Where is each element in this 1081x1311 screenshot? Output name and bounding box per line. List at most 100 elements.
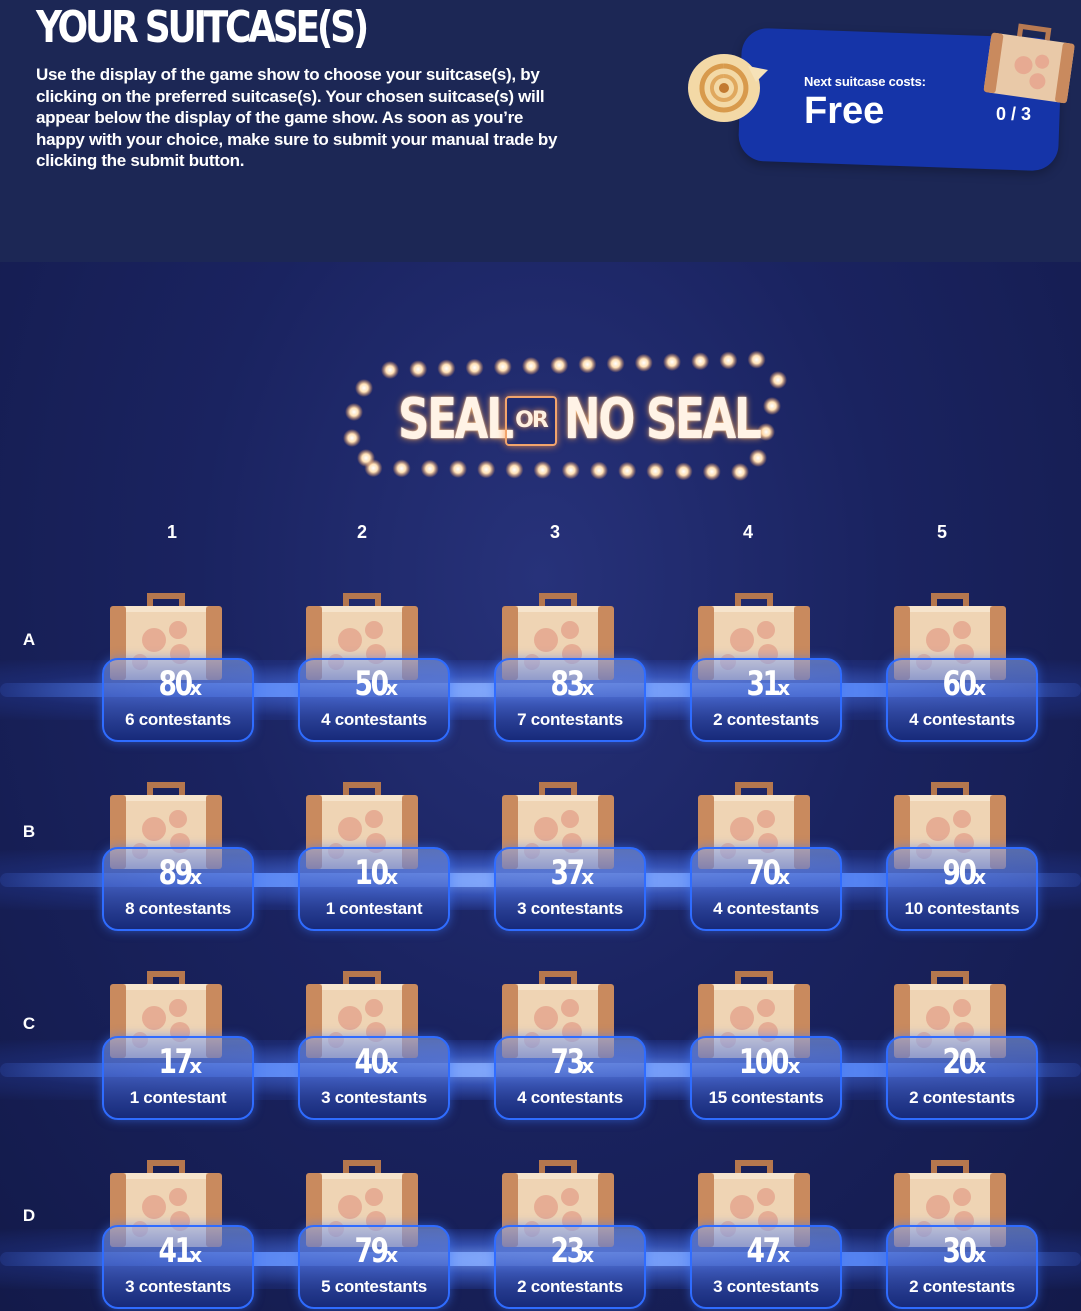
contestants-count: 2 contestants [713, 710, 819, 729]
logo-bulb [663, 353, 681, 371]
contestants-count: 3 contestants [125, 1277, 231, 1296]
logo-bulb [493, 357, 512, 376]
logo-bulb [719, 351, 738, 370]
multiplier-value: 30x [942, 1231, 987, 1271]
contestants-count: 4 contestants [517, 1088, 623, 1107]
contestants-count: 10 contestants [904, 899, 1020, 918]
multiplier-value: 40x [354, 1042, 399, 1082]
multiplier-value: 70x [746, 853, 791, 893]
column-label-1: 1 [166, 522, 177, 542]
row-label-b: B [22, 822, 36, 841]
suitcase-d1[interactable]: 41x 3 contestants [102, 1159, 254, 1309]
contestants-count: 4 contestants [909, 710, 1015, 729]
logo-bulb [343, 429, 361, 447]
logo-bulb [606, 354, 625, 373]
suitcase-plate: 89x 8 contestants [102, 847, 254, 931]
suitcase-d2[interactable]: 79x 5 contestants [298, 1159, 450, 1309]
multiplier-value: 50x [354, 664, 399, 704]
contestants-count: 5 contestants [321, 1277, 427, 1296]
multiplier-value: 10x [354, 853, 399, 893]
logo-bulb [437, 359, 456, 378]
suitcase-d4[interactable]: 47x 3 contestants [690, 1159, 842, 1309]
suitcase-plate: 31x 2 contestants [690, 658, 842, 742]
column-label-3: 3 [549, 522, 560, 542]
suitcase-d3[interactable]: 23x 2 contestants [494, 1159, 646, 1309]
suitcase-b5[interactable]: 90x 10 contestants [886, 781, 1038, 931]
contestants-count: 4 contestants [321, 710, 427, 729]
logo-bulb [449, 460, 467, 478]
contestants-count: 8 contestants [125, 899, 231, 918]
logo-bulb [691, 352, 710, 371]
contestants-count: 2 contestants [517, 1277, 623, 1296]
suitcase-plate: 83x 7 contestants [494, 658, 646, 742]
suitcase-plate: 80x 6 contestants [102, 658, 254, 742]
suitcase-c2[interactable]: 40x 3 contestants [298, 970, 450, 1120]
contestants-count: 6 contestants [125, 710, 231, 729]
logo-bulb [646, 462, 665, 481]
logo-bulb [731, 463, 749, 481]
suitcase-plate: 37x 3 contestants [494, 847, 646, 931]
logo-bulb [550, 356, 569, 375]
logo-bulb [702, 462, 721, 481]
multiplier-value: 73x [550, 1042, 595, 1082]
suitcase-a2[interactable]: 50x 4 contestants [298, 592, 450, 742]
suitcase-plate: 90x 10 contestants [886, 847, 1038, 931]
logo-bulb [392, 459, 411, 478]
instructions-text: Use the display of the game show to choo… [36, 65, 558, 170]
seashell-icon [688, 54, 768, 122]
multiplier-value: 79x [354, 1231, 399, 1271]
suitcase-plate: 30x 2 contestants [886, 1225, 1038, 1309]
suitcase-plate: 50x 4 contestants [298, 658, 450, 742]
logo-bulb [763, 397, 781, 415]
suitcase-a4[interactable]: 31x 2 contestants [690, 592, 842, 742]
suitcase-b2[interactable]: 10x 1 contestant [298, 781, 450, 931]
logo-bulb [533, 460, 552, 479]
logo-bulb [769, 371, 787, 389]
logo-bulb [522, 357, 540, 375]
suitcase-a5[interactable]: 60x 4 contestants [886, 592, 1038, 742]
suitcase-c3[interactable]: 73x 4 contestants [494, 970, 646, 1120]
multiplier-value: 80x [158, 664, 203, 704]
suitcase-plate: 47x 3 contestants [690, 1225, 842, 1309]
logo-bulb [590, 461, 608, 480]
logo-bulb [618, 461, 637, 480]
logo-bulb [357, 449, 375, 467]
suitcase-c4[interactable]: 100x 15 contestants [690, 970, 842, 1120]
suitcase-a1[interactable]: 80x 6 contestants [102, 592, 254, 742]
selected-count: 0 / 3 [996, 104, 1032, 124]
logo-no-seal-text: NO SEAL [564, 387, 762, 452]
multiplier-value: 20x [942, 1042, 987, 1082]
suitcase-plate: 100x 15 contestants [690, 1036, 842, 1120]
suitcase-plate: 60x 4 contestants [886, 658, 1038, 742]
next-cost-label: Next suitcase costs: [804, 74, 926, 89]
page-title: YOUR SUITCASE(S) [36, 2, 369, 53]
suitcase-plate: 10x 1 contestant [298, 847, 450, 931]
logo-bulb [634, 353, 653, 372]
suitcase-icon [983, 23, 1075, 104]
multiplier-value: 89x [158, 853, 203, 893]
suitcase-b3[interactable]: 37x 3 contestants [494, 781, 646, 931]
multiplier-value: 100x [738, 1042, 801, 1082]
suitcase-plate: 41x 3 contestants [102, 1225, 254, 1309]
contestants-count: 15 contestants [708, 1088, 824, 1107]
suitcase-b4[interactable]: 70x 4 contestants [690, 781, 842, 931]
multiplier-value: 23x [550, 1231, 595, 1271]
contestants-count: 4 contestants [713, 899, 819, 918]
suitcase-b1[interactable]: 89x 8 contestants [102, 781, 254, 931]
multiplier-value: 60x [942, 664, 987, 704]
contestants-count: 1 contestant [325, 899, 423, 918]
suitcase-plate: 17x 1 contestant [102, 1036, 254, 1120]
logo-bulb [477, 460, 496, 479]
multiplier-value: 17x [158, 1042, 203, 1082]
row-label-d: D [22, 1206, 36, 1225]
multiplier-value: 90x [942, 853, 987, 893]
suitcase-a3[interactable]: 83x 7 contestants [494, 592, 646, 742]
suitcase-d5[interactable]: 30x 2 contestants [886, 1159, 1038, 1309]
column-label-4: 4 [742, 522, 753, 542]
suitcase-c5[interactable]: 20x 2 contestants [886, 970, 1038, 1120]
suitcase-c1[interactable]: 17x 1 contestant [102, 970, 254, 1120]
logo-bulb [355, 379, 373, 397]
suitcase-plate: 40x 3 contestants [298, 1036, 450, 1120]
logo-bulb [747, 350, 766, 369]
logo-or-text: OR [505, 396, 557, 446]
